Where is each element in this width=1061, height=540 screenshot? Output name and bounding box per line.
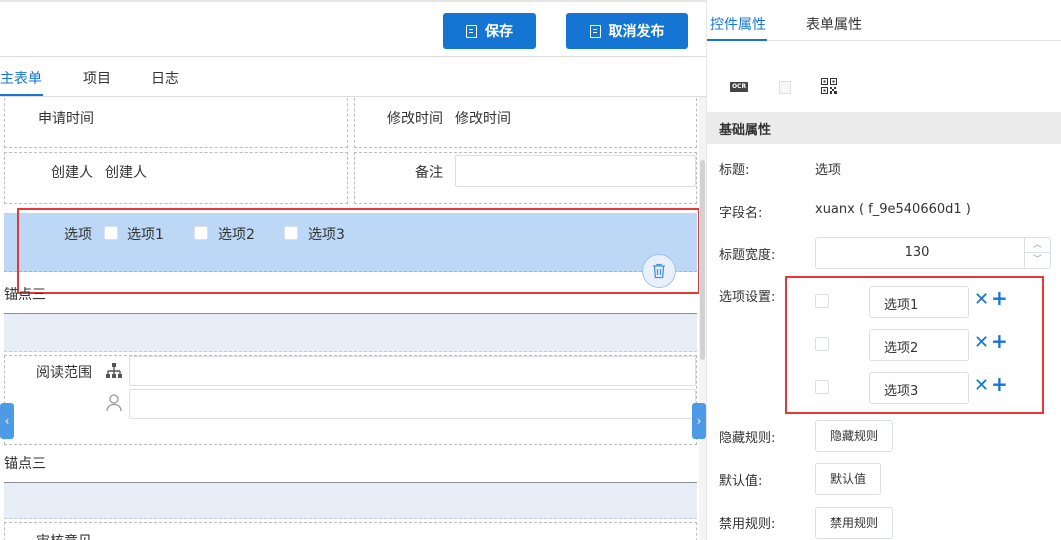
tab-log[interactable]: 日志 [151,68,179,88]
save-button-label: 保存 [485,24,513,40]
title-width-stepper[interactable]: 130 ︿ ﹀ [815,237,1051,269]
tabs-divider [0,96,706,97]
options-prop-label: 选项设置: [719,290,776,305]
modify-time-label: 修改时间 [387,111,443,127]
option2-default-checkbox[interactable] [815,337,829,351]
field-prop-value: xuanx ( f_9e540660d1 ) [815,202,971,217]
option1-default-checkbox[interactable] [815,294,829,308]
basic-props-header: 基础属性 [707,112,1061,144]
option3-default-checkbox[interactable] [815,380,829,394]
ocr-icon-text: OCR [730,82,748,92]
read-scope-org-input[interactable] [129,356,696,386]
option3-remove-icon[interactable]: ✕ [974,375,989,396]
read-scope-user-input[interactable] [129,389,696,419]
option2-checkbox[interactable] [194,226,208,240]
tab-control-props[interactable]: 控件属性 [710,14,766,34]
hide-rule-button[interactable]: 隐藏规则 [815,420,894,452]
anchor1-label: 锚点三 [4,287,46,303]
default-value-label: 默认值: [719,474,763,489]
org-tree-icon[interactable] [105,362,123,379]
creator-label: 创建人 [51,165,93,181]
approval-cell[interactable] [4,522,697,540]
stepper-up-icon[interactable]: ︿ [1025,238,1050,253]
disable-rule-button[interactable]: 禁用规则 [815,507,894,539]
anchor1-area[interactable] [4,314,697,352]
stepper-down-icon[interactable]: ﹀ [1025,253,1050,268]
approval-label: 审核意见 [36,531,92,540]
option2-input[interactable]: 选项2 [869,329,969,361]
unpublish-doc-icon [589,24,601,38]
option1-remove-icon[interactable]: ✕ [974,289,989,310]
selected-option-row[interactable] [4,213,697,272]
save-doc-icon [466,24,477,38]
default-value-button[interactable]: 默认值 [815,463,882,495]
collapse-left-button[interactable]: ‹ [0,403,14,439]
remark-input[interactable] [455,155,696,187]
option3-label: 选项3 [308,227,345,243]
option1-checkbox[interactable] [104,226,118,240]
title-prop-label: 标题: [719,163,750,178]
anchor2-area[interactable] [4,483,697,519]
modify-time-value: 修改时间 [455,111,511,127]
title-width-value: 130 [904,245,930,260]
read-scope-label: 阅读范围 [36,365,92,381]
save-button[interactable]: 保存 [443,13,536,49]
option1-add-icon[interactable]: + [991,286,1008,310]
creator-value: 创建人 [105,165,147,181]
option2-add-icon[interactable]: + [991,329,1008,353]
tab-main-form[interactable]: 主表单 [0,68,42,88]
field-prop-label: 字段名: [719,206,763,221]
width-prop-label: 标题宽度: [719,248,776,263]
form-canvas-panel: 保存 取消发布 主表单 项目 日志 申请时间 修改时间 修改时间 创建人 创建人… [0,0,706,540]
option2-remove-icon[interactable]: ✕ [974,332,989,353]
option3-add-icon[interactable]: + [991,372,1008,396]
option-field-label: 选项 [64,227,92,243]
blank-icon[interactable] [777,78,795,96]
apply-time-label: 申请时间 [38,111,94,127]
qrcode-icon-svg [821,78,837,94]
trash-icon [653,263,665,279]
remark-label: 备注 [415,165,443,181]
app-root: 保存 取消发布 主表单 项目 日志 申请时间 修改时间 修改时间 创建人 创建人… [0,0,1061,540]
chevron-left-icon: ‹ [4,414,10,428]
anchor2-label: 锚点三 [4,456,46,472]
properties-panel: 控件属性 表单属性 OCR 基础属性 标题: 选项 字段名: xuanx ( f… [706,0,1061,540]
title-prop-value: 选项 [815,163,842,178]
canvas-scrollbar-thumb[interactable] [700,160,705,360]
option3-checkbox[interactable] [284,226,298,240]
option2-label: 选项2 [218,227,255,243]
ocr-icon[interactable]: OCR [730,78,748,96]
unpublish-button-label: 取消发布 [608,24,665,40]
panel-active-tab-underline [707,39,767,41]
disable-rule-label: 禁用规则: [719,517,776,532]
user-icon[interactable] [106,394,122,412]
basic-props-title: 基础属性 [719,123,772,138]
option3-input[interactable]: 选项3 [869,372,969,404]
option1-input-value: 选项1 [884,298,919,313]
unpublish-button[interactable]: 取消发布 [566,13,688,49]
top-border [0,0,706,2]
blank-icon-shape [779,81,791,94]
chevron-right-icon: › [696,414,702,428]
form-tabs: 主表单 项目 日志 [0,57,706,97]
qrcode-icon[interactable] [821,78,839,96]
tab-project[interactable]: 项目 [83,68,111,88]
option1-label: 选项1 [127,227,164,243]
hide-rule-label: 隐藏规则: [719,431,776,446]
option3-input-value: 选项3 [884,384,919,399]
collapse-right-button[interactable]: › [692,403,706,439]
option1-input[interactable]: 选项1 [869,286,969,318]
stepper-controls: ︿ ﹀ [1024,238,1050,268]
option2-input-value: 选项2 [884,341,919,356]
tab-form-props[interactable]: 表单属性 [806,14,862,34]
delete-field-button[interactable] [642,254,676,288]
